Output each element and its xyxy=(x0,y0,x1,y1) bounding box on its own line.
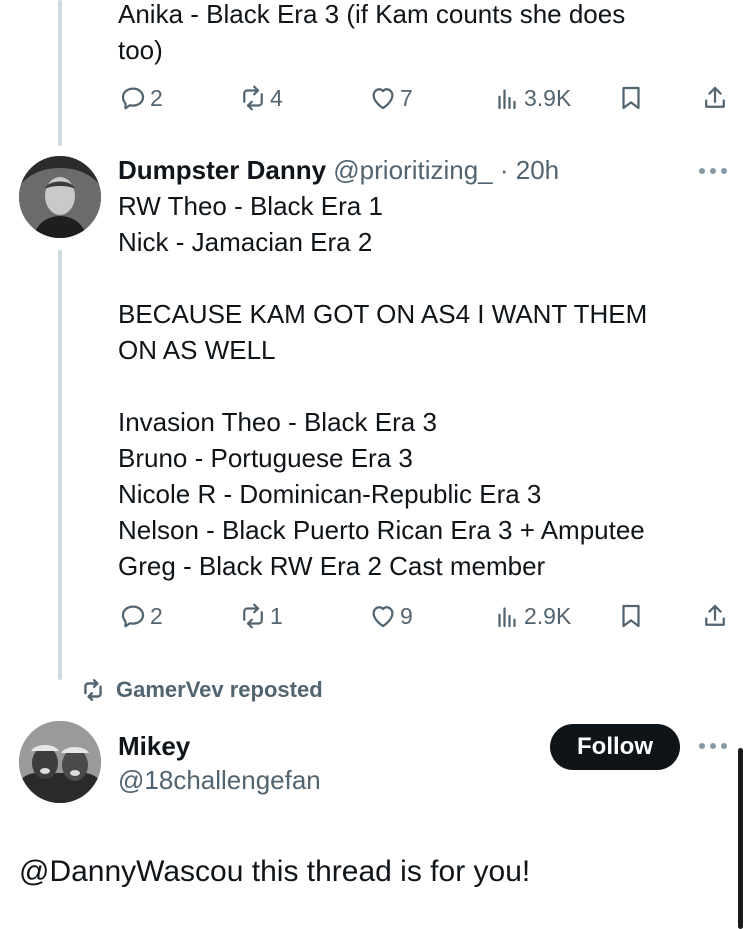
post2-like-button[interactable]: 9 xyxy=(368,596,413,636)
post2-author-handle[interactable]: @prioritizing_ xyxy=(333,155,492,185)
post2-line-9: Nicole R - Dominican-Republic Era 3 xyxy=(118,479,542,509)
post1-actions: 2 4 7 3.9K xyxy=(118,78,730,118)
bookmark-icon xyxy=(622,86,640,110)
post2-line-2: Nick - Jamacian Era 2 xyxy=(118,227,373,257)
scrollbar[interactable] xyxy=(738,748,743,929)
post2-line-8: Bruno - Portuguese Era 3 xyxy=(118,443,413,473)
post2-header: Dumpster Danny @prioritizing_ · 20h xyxy=(118,152,559,188)
post2-views-button[interactable]: 2.9K xyxy=(492,596,571,636)
reply-icon xyxy=(121,87,145,110)
post2-bookmark-button[interactable] xyxy=(616,596,646,636)
post1-bookmark-button[interactable] xyxy=(616,78,646,118)
post1-views-count: 3.9K xyxy=(524,84,572,111)
repost-icon xyxy=(243,603,263,629)
post2-views-count: 2.9K xyxy=(524,602,572,629)
post3-text: @DannyWascou this thread is for you! xyxy=(19,855,531,888)
post1-repost-count: 4 xyxy=(270,84,283,111)
post2-repost-button[interactable]: 1 xyxy=(238,596,283,636)
post2-line-7: Invasion Theo - Black Era 3 xyxy=(118,407,437,437)
post1-text-line-1: Anika - Black Era 3 (if Kam counts she d… xyxy=(118,0,626,29)
post3-author-name[interactable]: Mikey xyxy=(118,728,190,764)
post2-actions: 2 1 9 2.9K xyxy=(118,596,730,636)
post3-author-handle[interactable]: @18challengefan xyxy=(118,762,321,798)
post1-share-button[interactable] xyxy=(700,78,730,118)
post2-share-button[interactable] xyxy=(700,596,730,636)
post2-avatar[interactable] xyxy=(19,156,101,238)
avatar-image xyxy=(19,156,101,238)
post2-line-4: BECAUSE KAM GOT ON AS4 I WANT THEM xyxy=(118,299,648,329)
repost-icon xyxy=(84,679,102,701)
post2-reply-count: 2 xyxy=(150,602,163,629)
repost-banner[interactable]: GamerVev reposted xyxy=(80,674,323,706)
share-icon xyxy=(705,604,725,626)
post3-more-icon[interactable] xyxy=(699,743,727,749)
post2-line-10: Nelson - Black Puerto Rican Era 3 + Ampu… xyxy=(118,515,645,545)
views-icon xyxy=(498,89,516,110)
post1-repost-button[interactable]: 4 xyxy=(238,78,283,118)
post3-avatar[interactable] xyxy=(19,721,101,803)
post1-reply-count: 2 xyxy=(150,84,163,111)
post1-views-button[interactable]: 3.9K xyxy=(492,78,571,118)
thread-line-middle xyxy=(58,250,62,680)
heart-icon xyxy=(372,88,394,110)
post2-line-5: ON AS WELL xyxy=(118,335,276,365)
heart-icon xyxy=(372,606,394,628)
views-icon xyxy=(498,607,516,628)
share-icon xyxy=(705,86,725,108)
post2-more-icon[interactable] xyxy=(699,168,727,174)
post1-text-line-2: too) xyxy=(118,35,163,65)
post2-line-11: Greg - Black RW Era 2 Cast member xyxy=(118,551,546,581)
post2-line-1: RW Theo - Black Era 1 xyxy=(118,191,383,221)
avatar-image xyxy=(19,721,101,803)
post1-like-button[interactable]: 7 xyxy=(368,78,413,118)
bookmark-icon xyxy=(622,604,640,628)
post2-repost-count: 1 xyxy=(270,602,283,629)
post1-like-count: 7 xyxy=(400,84,413,111)
post2-timestamp[interactable]: · 20h xyxy=(500,155,559,185)
repost-icon xyxy=(243,85,263,111)
repost-banner-label: GamerVev reposted xyxy=(116,677,323,702)
post2-like-count: 9 xyxy=(400,602,413,629)
post1-reply-button[interactable]: 2 xyxy=(118,78,163,118)
post2-author-name[interactable]: Dumpster Danny xyxy=(118,155,326,185)
post2-reply-button[interactable]: 2 xyxy=(118,596,163,636)
follow-button[interactable]: Follow xyxy=(550,724,680,770)
thread-line-top xyxy=(58,0,62,146)
reply-icon xyxy=(121,605,145,628)
